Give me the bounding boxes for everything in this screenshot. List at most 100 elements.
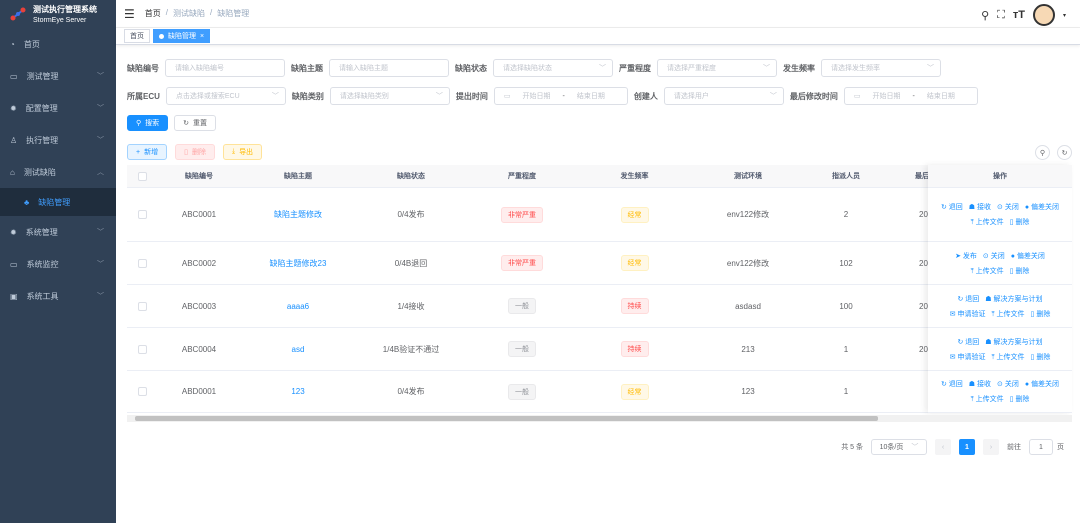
horizontal-scrollbar[interactable] (127, 415, 1072, 422)
op-button[interactable]: ➤ 发布 (955, 251, 977, 261)
export-button[interactable]: ⤓ 导出 (222, 144, 263, 160)
scrollbar-thumb[interactable] (135, 416, 878, 421)
subject-link[interactable]: 缺陷主题修改23 (270, 258, 327, 269)
op-button[interactable]: ✉ 申请验证 (950, 352, 986, 362)
op-button[interactable]: ● 偏差关闭 (1025, 202, 1059, 212)
sidebar-item[interactable]: ♣ 缺陷管理 (0, 188, 116, 216)
row-checkbox[interactable] (138, 301, 147, 311)
toggle-search-button[interactable]: ⚲ (1035, 145, 1050, 160)
op-button[interactable]: ☗ 解决方案与计划 (985, 294, 1042, 304)
column-header: 测试环境 (691, 165, 805, 188)
op-button[interactable]: ☗ 解决方案与计划 (985, 337, 1042, 347)
start-placeholder: 开始日期 (522, 93, 551, 100)
sidebar-item[interactable]: ▭ 测试管理 ﹀ (0, 60, 116, 92)
delete-button[interactable]: ▯ 删除 (175, 144, 215, 160)
row-checkbox[interactable] (138, 387, 147, 396)
sidebar-item[interactable]: ◔ 首页 (0, 28, 116, 60)
op-button[interactable]: ↻ 退回 (957, 294, 979, 304)
op-button[interactable]: ☗ 接收 (969, 379, 991, 389)
caret-down-icon[interactable]: ▾ (1063, 12, 1066, 19)
op-button[interactable]: ⊙ 关闭 (997, 202, 1019, 212)
search-icon[interactable]: ⚲ (981, 9, 989, 22)
op-button[interactable]: ✉ 申请验证 (950, 309, 986, 319)
font-size-icon[interactable]: ᴛT (1013, 9, 1025, 21)
sidebar-item[interactable]: ▭ 系统监控 ﹀ (0, 248, 116, 280)
op-button[interactable]: ↻ 退回 (941, 379, 963, 389)
op-button[interactable]: ↻ 退回 (957, 337, 979, 347)
sidebar-item[interactable]: ✹ 系统管理 ﹀ (0, 216, 116, 248)
row-checkbox[interactable] (138, 344, 147, 354)
tag-home[interactable]: 首页 (124, 29, 150, 43)
op-button[interactable]: ⊙ 关闭 (983, 251, 1005, 261)
defect-no-input[interactable]: 请输入缺陷编号 (165, 59, 285, 77)
op-button[interactable]: ↻ 退回 (941, 202, 963, 212)
op-button[interactable]: ☗ 接收 (969, 202, 991, 212)
ecu-select[interactable]: 点击选择或搜索ECU ﹀ (165, 87, 286, 105)
sidebar-item[interactable]: ✹ 配置管理 ﹀ (0, 92, 116, 124)
op-button[interactable]: ⤒ 上传文件 (971, 217, 1004, 227)
op-button[interactable]: ● 偏差关闭 (1025, 379, 1059, 389)
op-icon: ⊙ (982, 252, 989, 260)
op-button[interactable]: ▯ 删除 (1010, 394, 1030, 404)
op-button[interactable]: ⤒ 上传文件 (991, 309, 1024, 319)
sidebar-item[interactable]: ⌂ 测试缺陷 ︿ (0, 156, 116, 188)
fullscreen-icon[interactable]: ⛶ (997, 9, 1005, 22)
cell-assignee: 100 (805, 285, 887, 328)
subject-input[interactable]: 请输入缺陷主题 (329, 59, 449, 77)
op-button[interactable]: ▯ 删除 (1010, 266, 1030, 276)
hamburger-icon[interactable]: ☰ (124, 7, 135, 21)
prev-page-button[interactable]: ‹ (935, 439, 951, 455)
op-button[interactable]: ⤒ 上传文件 (971, 394, 1004, 404)
refresh-button[interactable]: ↻ (1057, 145, 1072, 160)
sidebar-item[interactable]: ▣ 系统工具 ﹀ (0, 280, 116, 312)
category-select[interactable]: 请选择缺陷类别 ﹀ (329, 87, 450, 105)
close-icon[interactable]: × (200, 33, 204, 40)
op-button[interactable]: ▯ 删除 (1031, 352, 1051, 362)
op-icon: ↻ (940, 381, 947, 388)
status-select[interactable]: 请选择缺陷状态 ﹀ (493, 59, 613, 77)
goto-page-input[interactable]: 1 (1029, 439, 1053, 455)
sidebar-item[interactable]: ♙ 执行管理 ﹀ (0, 124, 116, 156)
op-button[interactable]: ● 偏差关闭 (1011, 251, 1045, 261)
subject-link[interactable]: asd (292, 345, 305, 354)
sidebar: 测试执行管理系统 StormEye Server ◔ 首页 ▭ 测试管理 ﹀ ✹ 配置管理 ﹀ ♙… (0, 0, 116, 523)
op-label: 删除 (1015, 396, 1030, 403)
next-page-button[interactable]: › (983, 439, 999, 455)
op-button[interactable]: ⤒ 上传文件 (971, 266, 1004, 276)
reset-button[interactable]: ↻ 重置 (174, 115, 217, 131)
search-button[interactable]: ⚲ 搜索 (127, 115, 169, 131)
row-checkbox[interactable] (138, 258, 147, 268)
tag-defect-management[interactable]: 缺陷管理 × (153, 29, 211, 43)
op-icon: ↻ (940, 204, 947, 211)
avatar[interactable] (1032, 4, 1055, 26)
chevron-down-icon: ﹀ (271, 93, 279, 100)
op-button[interactable]: ⊙ 关闭 (997, 379, 1019, 389)
op-button[interactable]: ▯ 删除 (1031, 309, 1051, 319)
modified-time-range[interactable]: ▭ 开始日期 - 结束日期 (843, 87, 978, 105)
page-1-button[interactable]: 1 (959, 439, 975, 455)
op-button[interactable]: ▯ 删除 (1010, 217, 1030, 227)
start-placeholder: 开始日期 (872, 93, 901, 100)
operations-cell: ↻ 退回 ☗ 接收 ⊙ 关闭 ● 偏差关闭 ⤒ 上传文件 ▯ 删除 (928, 188, 1072, 242)
breadcrumb-item[interactable]: 首页 (145, 8, 161, 19)
subject-link[interactable]: aaaa6 (287, 302, 309, 311)
dashboard-icon: ◔ (10, 39, 15, 49)
subject-link[interactable]: 缺陷主题修改 (274, 209, 322, 220)
subject-link[interactable]: 123 (291, 387, 304, 396)
breadcrumb-separator: / (165, 8, 168, 17)
op-label: 上传文件 (996, 310, 1025, 318)
op-button[interactable]: ⤒ 上传文件 (991, 352, 1024, 362)
label: 缺陷状态 (455, 63, 487, 73)
select-all-checkbox[interactable] (138, 171, 147, 181)
op-icon: ↻ (957, 338, 964, 346)
cell (127, 242, 158, 285)
row-checkbox[interactable] (138, 210, 147, 219)
creator-select[interactable]: 请选择用户 ﹀ (663, 87, 784, 105)
page-size-select[interactable]: 10条/页 ﹀ (871, 439, 927, 455)
submit-time-range[interactable]: ▭ 开始日期 - 结束日期 (493, 87, 628, 105)
add-button[interactable]: + 新增 (127, 144, 168, 160)
severity-select[interactable]: 请选择严重程度 ﹀ (657, 59, 777, 77)
op-label: 偏差关闭 (1031, 204, 1060, 211)
frequency-select[interactable]: 请选择发生频率 ﹀ (821, 59, 941, 77)
placeholder: 点击选择或搜索ECU (175, 93, 240, 100)
